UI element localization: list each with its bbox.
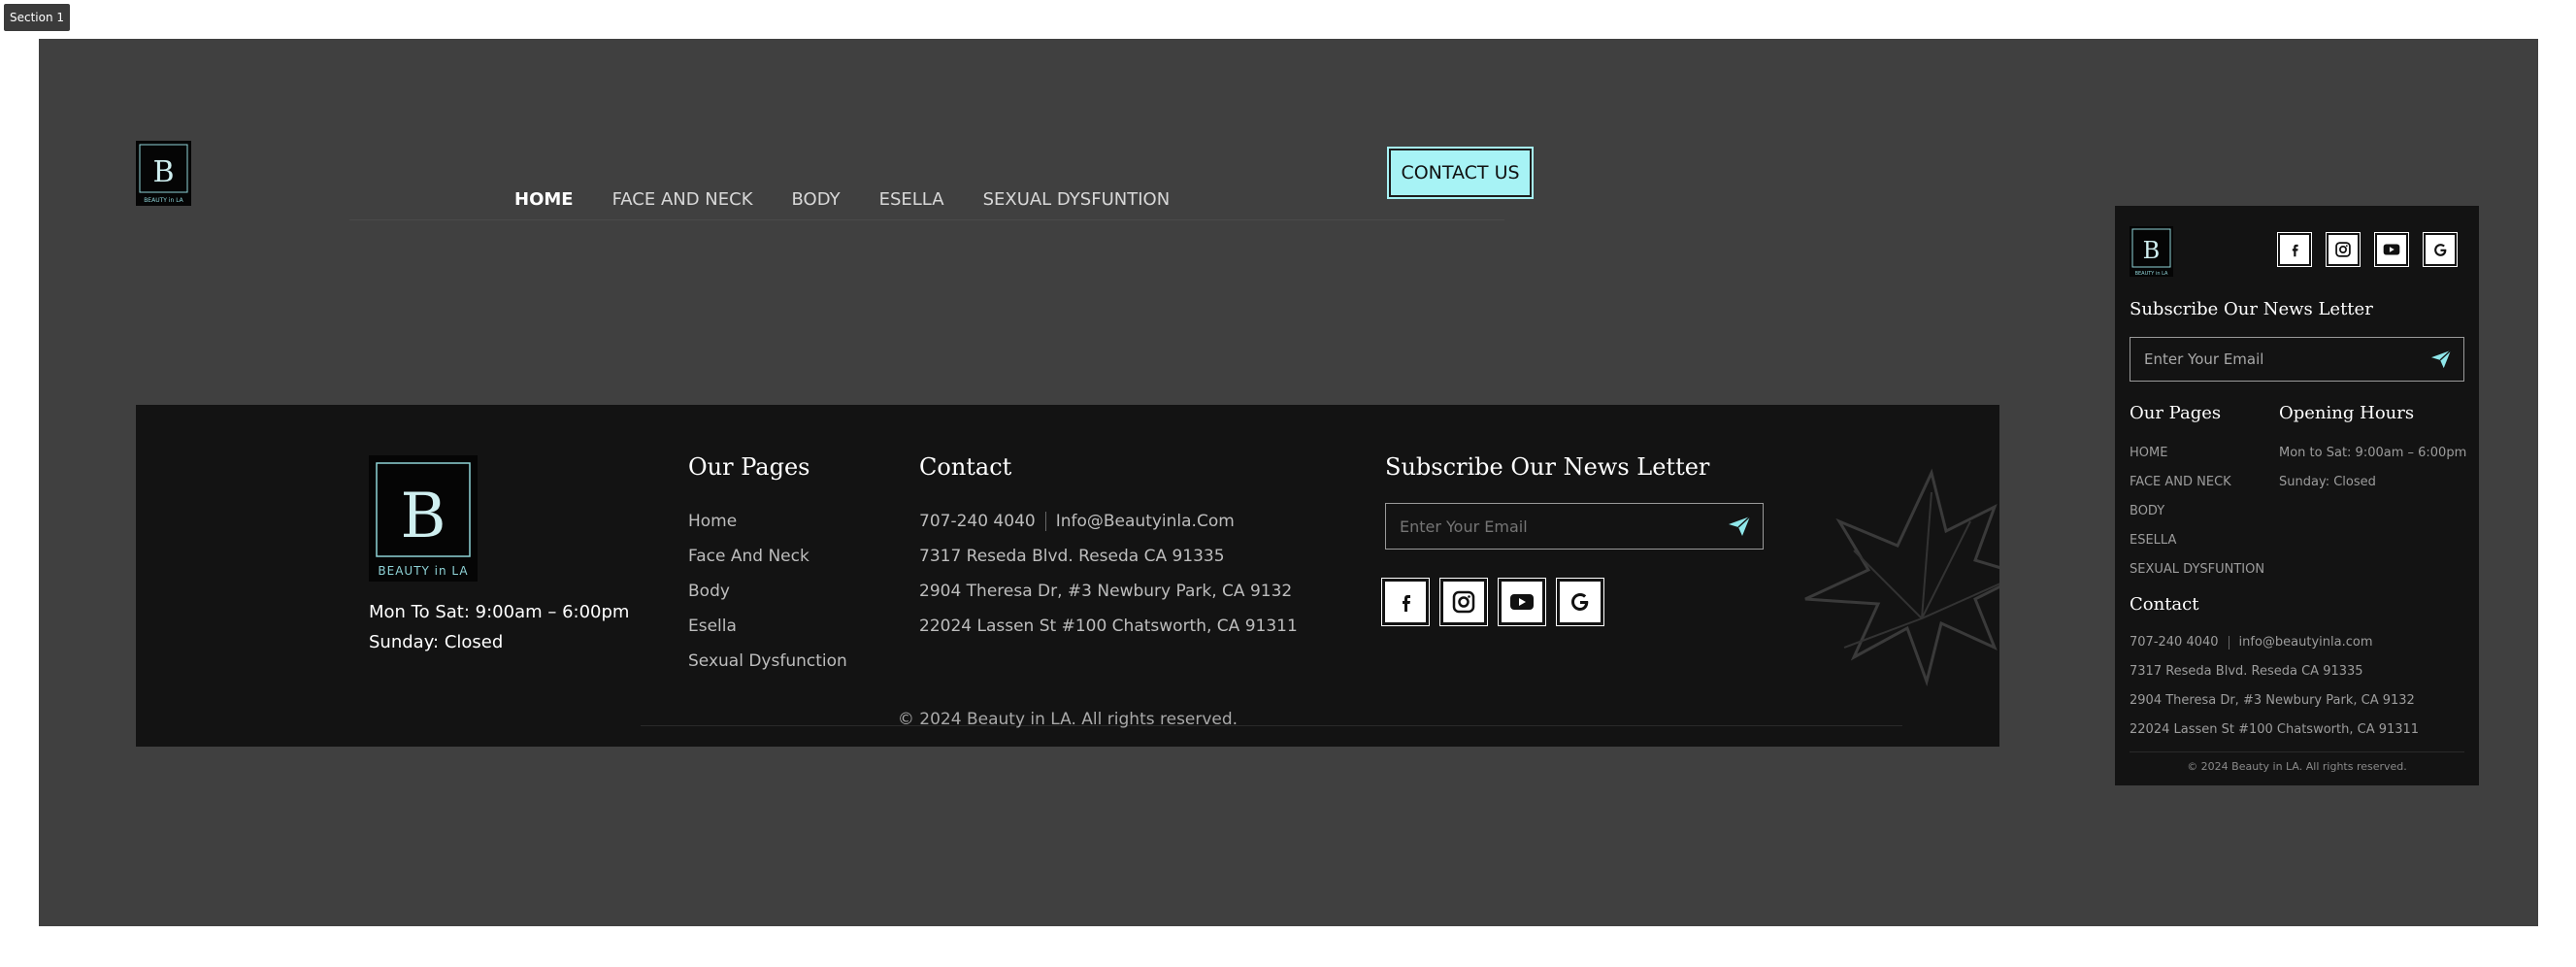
maple-leaf-decoration-icon	[1804, 468, 1999, 687]
mobile-hours-weekdays: Mon to Sat: 9:00am – 6:00pm	[2279, 446, 2467, 460]
header-divider	[349, 219, 1504, 220]
footer-link-face-and-neck[interactable]: Face And Neck	[688, 539, 847, 574]
mobile-link-sexual-dysfuntion[interactable]: SEXUAL DYSFUNTION	[2130, 555, 2264, 584]
address-newbury-park: 2904 Theresa Dr, #3 Newbury Park, CA 913…	[919, 582, 1293, 601]
copyright-text: © 2024 Beauty in LA. All rights reserved…	[897, 710, 1238, 729]
section-tag[interactable]: Section 1	[4, 4, 71, 31]
main-nav: HOME FACE AND NECK BODY ESELLA SEXUAL DY…	[514, 189, 1170, 210]
pages-title: Our Pages	[688, 453, 810, 481]
svg-text:B: B	[400, 481, 446, 552]
contact-email[interactable]: Info@Beautyinla.Com	[1056, 512, 1235, 531]
footer-link-esella[interactable]: Esella	[688, 609, 847, 644]
nav-item-body[interactable]: BODY	[792, 189, 841, 210]
contact-title: Contact	[919, 453, 1012, 481]
mobile-link-home[interactable]: HOME	[2130, 439, 2264, 468]
footer: B BEAUTY in LA Mon To Sat: 9:00am – 6:00…	[136, 405, 1999, 747]
nav-item-face-and-neck[interactable]: FACE AND NECK	[612, 189, 753, 210]
mobile-contact-phone[interactable]: 707-240 4040	[2130, 635, 2219, 650]
svg-text:BEAUTY in LA: BEAUTY in LA	[144, 197, 183, 204]
mobile-footer-divider	[2130, 751, 2464, 752]
svg-text:BEAUTY in LA: BEAUTY in LA	[378, 564, 468, 578]
instagram-icon[interactable]	[1443, 582, 1484, 622]
mobile-hours-title: Opening Hours	[2279, 403, 2415, 423]
mobile-pages-title: Our Pages	[2130, 403, 2222, 423]
address-reseda: 7317 Reseda Blvd. Reseda CA 91335	[919, 547, 1225, 566]
nav-item-esella[interactable]: ESELLA	[879, 189, 944, 210]
footer-link-home[interactable]: Home	[688, 504, 847, 539]
mobile-address-chatsworth: 22024 Lassen St #100 Chatsworth, CA 9131…	[2130, 722, 2420, 737]
svg-text:B: B	[2143, 237, 2161, 264]
nav-item-sexual-dysfuntion[interactable]: SEXUAL DYSFUNTION	[983, 189, 1171, 210]
mobile-newsletter-email-input[interactable]: Enter Your Email	[2130, 337, 2464, 382]
separator	[1044, 512, 1046, 531]
mobile-hours-sunday: Sunday: Closed	[2279, 475, 2376, 489]
mobile-copyright-text: © 2024 Beauty in LA. All rights reserved…	[2187, 760, 2407, 773]
footer-logo[interactable]: B BEAUTY in LA	[369, 455, 478, 582]
address-chatsworth: 22024 Lassen St #100 Chatsworth, CA 9131…	[919, 617, 1298, 636]
mobile-link-esella[interactable]: ESELLA	[2130, 526, 2264, 555]
mobile-social-links	[2280, 235, 2455, 264]
svg-text:BEAUTY in LA: BEAUTY in LA	[2135, 271, 2168, 277]
google-icon[interactable]	[2426, 235, 2455, 264]
contact-phone-email-row: 707-240 4040 Info@Beautyinla.Com	[919, 504, 1298, 539]
facebook-icon[interactable]	[1385, 582, 1426, 622]
hours-weekdays: Mon To Sat: 9:00am – 6:00pm	[369, 602, 630, 622]
mobile-contact-phone-email-row: 707-240 4040 info@beautyinla.com	[2130, 628, 2419, 657]
send-icon[interactable]	[2430, 350, 2452, 369]
facebook-icon[interactable]	[2280, 235, 2309, 264]
mobile-newsletter-title: Subscribe Our News Letter	[2130, 299, 2373, 319]
hours-sunday: Sunday: Closed	[369, 632, 504, 652]
mobile-contact-list: 707-240 4040 info@beautyinla.com 7317 Res…	[2130, 628, 2419, 745]
mobile-hours-list: Mon to Sat: 9:00am – 6:00pm Sunday: Clos…	[2279, 439, 2466, 497]
youtube-icon[interactable]	[2377, 235, 2406, 264]
contact-phone[interactable]: 707-240 4040	[919, 512, 1036, 531]
google-icon[interactable]	[1560, 582, 1601, 622]
mobile-address-reseda: 7317 Reseda Blvd. Reseda CA 91335	[2130, 664, 2363, 679]
contact-us-button[interactable]: CONTACT US	[1387, 147, 1534, 199]
header-logo[interactable]: B BEAUTY in LA	[136, 141, 191, 206]
mobile-contact-title: Contact	[2130, 594, 2199, 615]
instagram-icon[interactable]	[2328, 235, 2358, 264]
mobile-footer-preview: B BEAUTY in LA Subscribe Our News Letter…	[2115, 206, 2479, 785]
footer-link-sexual-dysfunction[interactable]: Sexual Dysfunction	[688, 644, 847, 679]
send-icon[interactable]	[1728, 516, 1751, 537]
newsletter-title: Subscribe Our News Letter	[1385, 453, 1710, 481]
design-canvas: B BEAUTY in LA HOME FACE AND NECK BODY E…	[39, 39, 2538, 926]
footer-link-body[interactable]: Body	[688, 574, 847, 609]
svg-text:B: B	[152, 155, 174, 189]
nav-item-home[interactable]: HOME	[514, 189, 574, 210]
youtube-icon[interactable]	[1502, 582, 1542, 622]
mobile-address-newbury-park: 2904 Theresa Dr, #3 Newbury Park, CA 913…	[2130, 693, 2415, 708]
footer-contact-list: 707-240 4040 Info@Beautyinla.Com 7317 Res…	[919, 504, 1298, 644]
mobile-contact-email[interactable]: info@beautyinla.com	[2239, 635, 2373, 650]
mobile-logo[interactable]: B BEAUTY in LA	[2130, 226, 2173, 277]
mobile-link-face-and-neck[interactable]: FACE AND NECK	[2130, 468, 2264, 497]
footer-pages-list: Home Face And Neck Body Esella Sexual Dy…	[688, 504, 847, 679]
business-hours: Mon To Sat: 9:00am – 6:00pm Sunday: Clos…	[369, 597, 629, 657]
mobile-link-body[interactable]: BODY	[2130, 497, 2264, 526]
footer-social-links	[1385, 582, 1601, 622]
mobile-pages-list: HOME FACE AND NECK BODY ESELLA SEXUAL DY…	[2130, 439, 2264, 584]
newsletter-email-input[interactable]	[1385, 503, 1764, 550]
